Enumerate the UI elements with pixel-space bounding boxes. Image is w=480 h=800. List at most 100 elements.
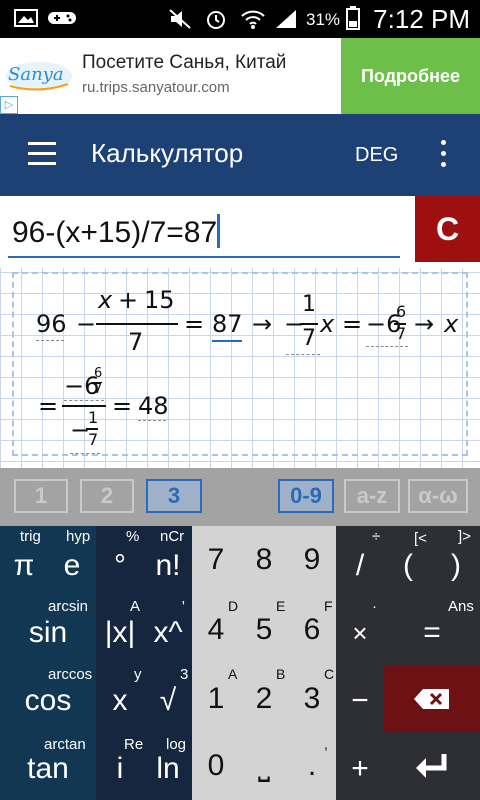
numerator-plus: + — [118, 286, 139, 314]
space-key[interactable]: ⎵ — [240, 732, 288, 800]
coef-num: 1 — [302, 292, 316, 317]
wifi-icon — [240, 8, 266, 35]
angle-mode-button[interactable]: DEG — [355, 144, 398, 167]
bottom-underline — [70, 453, 100, 454]
digit-4-key[interactable]: 4 — [192, 598, 240, 662]
sin-key[interactable]: sin — [0, 604, 96, 662]
keypad-greek-tab[interactable]: α-ω — [408, 479, 468, 513]
step-bar: 1 2 3 0-9 a-z α-ω — [0, 468, 480, 526]
equals-key[interactable]: = — [384, 604, 480, 662]
e-key[interactable]: e — [48, 536, 96, 596]
input-underline — [8, 256, 400, 258]
arrow-2: → — [414, 310, 435, 338]
mixed-den: 7 — [396, 324, 407, 343]
enter-key[interactable] — [384, 732, 480, 800]
cos-key[interactable]: cos — [0, 672, 96, 730]
minus-key[interactable]: − — [336, 672, 384, 730]
step-1-button[interactable]: 1 — [14, 479, 68, 513]
numerator-15: 15 — [144, 286, 175, 314]
term-underline — [36, 340, 64, 341]
decimal-key[interactable]: . — [288, 732, 336, 800]
clear-button[interactable]: C — [415, 196, 480, 262]
close-paren-key[interactable]: ) — [432, 536, 480, 596]
digit-8-key[interactable]: 8 — [240, 526, 288, 594]
result-48: 48 — [138, 392, 169, 420]
app-bar: Калькулятор DEG — [0, 114, 480, 196]
menu-icon[interactable] — [28, 142, 56, 166]
x-key[interactable]: x — [96, 672, 144, 730]
keypad: trig hyp % nCr π e ° n! 7 8 9 ÷ [< ]> / … — [0, 526, 480, 800]
ad-cta-button[interactable]: Подробнее — [341, 38, 480, 114]
arrow-1: → — [252, 310, 273, 338]
keypad-letters-tab[interactable]: a-z — [344, 479, 400, 513]
equals-sign-3: = — [38, 392, 59, 420]
solution-area: 96 − x + 15 7 = 87 → − 1 7 x = −6 6 7 → … — [0, 268, 480, 468]
expression-input[interactable]: 96-(x+15)/7=87 — [12, 214, 221, 250]
coef-den: 7 — [302, 326, 316, 351]
mixed-num: 6 — [396, 302, 407, 321]
digit-1-key[interactable]: 1 — [192, 666, 240, 732]
big-fraction-bar — [62, 405, 106, 407]
input-bar: 96-(x+15)/7=87 C — [0, 196, 480, 268]
bottom-den: 7 — [88, 430, 99, 449]
factorial-key[interactable]: n! — [144, 536, 192, 596]
image-icon — [14, 8, 38, 33]
mute-icon — [168, 8, 192, 35]
sqrt-key[interactable]: √ — [144, 672, 192, 730]
equals-sign-2: = — [342, 310, 363, 338]
digit-6-key[interactable]: 6 — [288, 598, 336, 662]
ad-title: Посетите Санья, Китай — [82, 52, 287, 73]
gamepad-icon — [48, 8, 76, 33]
enter-icon — [416, 754, 447, 778]
coef-bar — [300, 323, 318, 325]
tan-key[interactable]: tan — [0, 740, 96, 798]
digit-3-key[interactable]: 3 — [288, 666, 336, 732]
ad-url: ru.trips.sanyatour.com — [82, 79, 230, 96]
alarm-icon — [204, 8, 228, 35]
term-96: 96 — [36, 310, 67, 338]
step-2-button[interactable]: 2 — [80, 479, 134, 513]
var-x: x — [320, 310, 335, 338]
sanya-logo: Sanya — [4, 50, 74, 94]
digit-0-key[interactable]: 0 — [192, 732, 240, 800]
keypad-digits-tab[interactable]: 0-9 — [278, 479, 334, 513]
pi-key[interactable]: π — [0, 536, 48, 596]
imaginary-key[interactable]: i — [96, 740, 144, 798]
step-3-button[interactable]: 3 — [146, 479, 202, 513]
digit-5-key[interactable]: 5 — [240, 598, 288, 662]
top-frac-bar — [92, 382, 102, 383]
result-underline — [138, 420, 166, 421]
open-paren-key[interactable]: ( — [384, 536, 432, 596]
top-den: 7 — [94, 382, 103, 397]
plus-key[interactable]: + — [336, 740, 384, 798]
degree-key[interactable]: ° — [96, 536, 144, 596]
fraction-bar — [96, 323, 178, 325]
adchoices-icon[interactable]: ▷ — [0, 96, 18, 114]
abs-key[interactable]: |x| — [96, 604, 144, 662]
power-key[interactable]: x^ — [144, 604, 192, 662]
multiply-key[interactable]: × — [336, 604, 384, 662]
more-options-icon[interactable] — [438, 140, 448, 170]
signal-icon — [274, 8, 298, 35]
coef-underline — [286, 354, 320, 355]
rhs-underline — [212, 340, 242, 342]
minus-sign: − — [76, 310, 97, 338]
equals-sign-4: = — [112, 392, 133, 420]
slash-key[interactable]: / — [336, 536, 384, 596]
backspace-icon — [414, 689, 449, 709]
digit-9-key[interactable]: 9 — [288, 526, 336, 594]
equals-sign: = — [184, 310, 205, 338]
app-title: Калькулятор — [91, 138, 244, 168]
ad-banner[interactable]: Sanya Посетите Санья, Китай ru.trips.san… — [0, 38, 480, 114]
top-num: 6 — [94, 366, 103, 381]
bottom-num: 1 — [88, 408, 99, 427]
digit-7-key[interactable]: 7 — [192, 526, 240, 594]
clock: 7:12 PM — [373, 4, 470, 34]
numerator-x: x — [98, 286, 113, 314]
mixed-underline — [366, 346, 408, 347]
var-x-2: x — [444, 310, 459, 338]
backspace-key[interactable] — [384, 666, 480, 732]
battery-percent: 31% — [306, 10, 341, 29]
ln-key[interactable]: ln — [144, 740, 192, 798]
digit-2-key[interactable]: 2 — [240, 666, 288, 732]
